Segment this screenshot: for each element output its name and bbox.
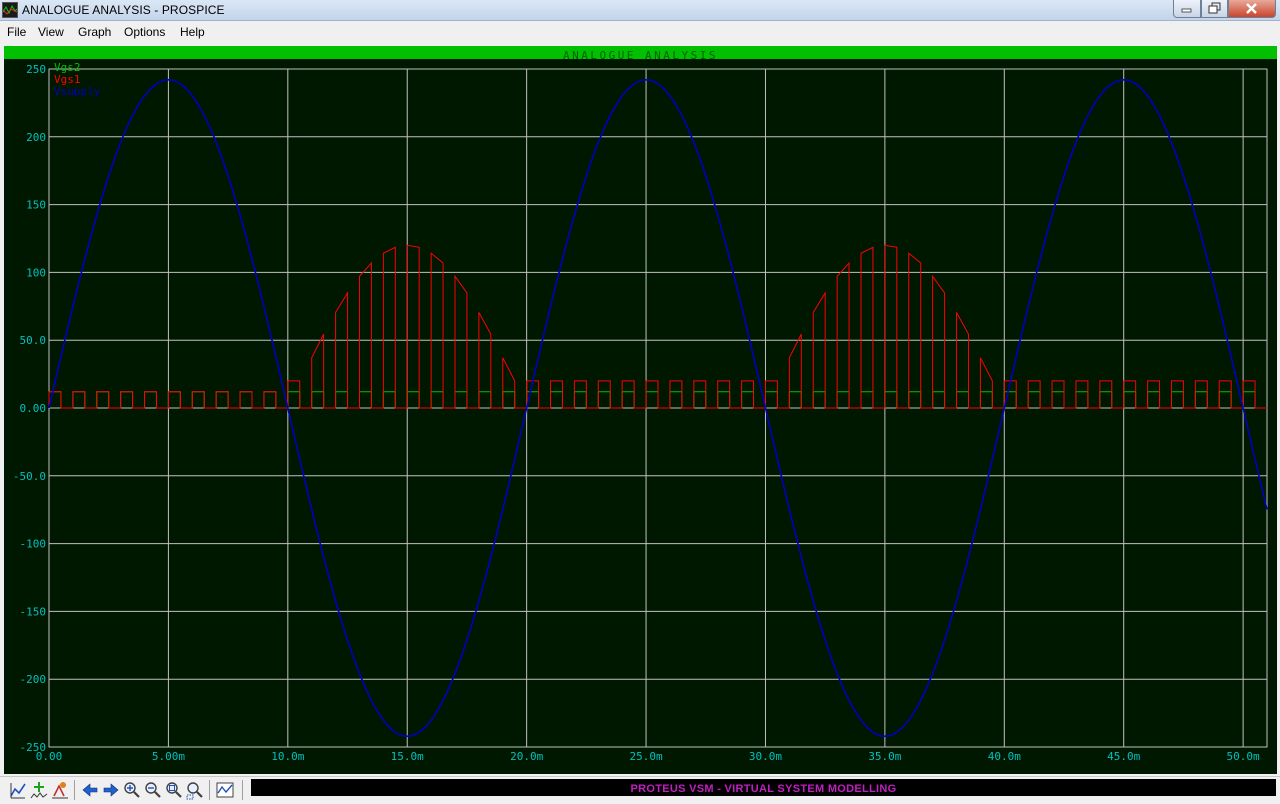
y-tick-label: -50.0 xyxy=(13,470,46,483)
y-tick-label: 250 xyxy=(26,63,46,76)
y-tick-label: 150 xyxy=(26,199,46,212)
arrow-right-icon[interactable] xyxy=(102,780,120,800)
graph-icon[interactable] xyxy=(216,780,234,800)
y-tick-label: -100 xyxy=(20,538,47,551)
x-tick-label: 0.00 xyxy=(36,750,63,763)
zoom-area-icon[interactable] xyxy=(186,780,204,800)
menu-view[interactable]: View xyxy=(38,25,64,39)
x-tick-label: 10.0m xyxy=(271,750,304,763)
legend-entry: Vsupply xyxy=(54,85,101,98)
y-tick-label: 0.00 xyxy=(20,402,47,415)
analogue-graph[interactable]: 25020015010050.00.00-50.0-100-150-200-25… xyxy=(4,59,1277,774)
status-message-box: PROTEUS VSM - VIRTUAL SYSTEM MODELLING xyxy=(251,779,1276,796)
y-tick-label: -200 xyxy=(20,673,47,686)
graph-window: ANALOGUE ANALYSIS 250 200 150 100 50.0 0.00 -5… xyxy=(4,46,1277,774)
add-trace-icon[interactable] xyxy=(30,780,48,800)
zoom-out-icon[interactable] xyxy=(144,780,162,800)
x-tick-label: 15.0m xyxy=(391,750,424,763)
x-tick-label: 30.0m xyxy=(749,750,782,763)
toolbar-separator xyxy=(209,780,210,800)
close-button[interactable] xyxy=(1228,0,1276,18)
x-tick-label: 25.0m xyxy=(629,750,662,763)
x-tick-label: 45.0m xyxy=(1107,750,1140,763)
menu-file[interactable]: File xyxy=(7,25,26,39)
y-tick-label: 50.0 xyxy=(20,334,47,347)
y-tick-label: 100 xyxy=(26,266,46,279)
simulate-run-icon[interactable] xyxy=(51,780,69,800)
minimize-icon xyxy=(1181,8,1192,13)
status-bar: PROTEUS VSM - VIRTUAL SYSTEM MODELLING xyxy=(0,776,1280,804)
toolbar-separator xyxy=(242,780,243,800)
window-title: ANALOGUE ANALYSIS - PROSPICE xyxy=(22,3,225,17)
status-message: PROTEUS VSM - VIRTUAL SYSTEM MODELLING xyxy=(630,783,897,795)
graph-edit-icon[interactable] xyxy=(9,780,27,800)
x-tick-label: 20.0m xyxy=(510,750,543,763)
menu-options[interactable]: Options xyxy=(124,25,165,39)
series-vgs1-line xyxy=(48,244,1267,409)
graph-header: ANALOGUE ANALYSIS xyxy=(4,46,1277,62)
y-tick-label: 200 xyxy=(26,131,46,144)
x-tick-label: 50.0m xyxy=(1227,750,1260,763)
zoom-all-icon[interactable] xyxy=(165,780,183,800)
arrow-left-icon[interactable] xyxy=(81,780,99,800)
toolbar-separator xyxy=(74,780,75,800)
restore-icon xyxy=(1208,2,1221,14)
x-tick-label: 40.0m xyxy=(988,750,1021,763)
menu-help[interactable]: Help xyxy=(180,25,205,39)
x-tick-label: 35.0m xyxy=(868,750,901,763)
plot-area[interactable]: 250 200 150 100 50.0 0.00 -50.0 -100 -150 -200 -25… xyxy=(4,59,1277,774)
zoom-in-icon[interactable] xyxy=(123,780,141,800)
menu-graph[interactable]: Graph xyxy=(78,25,111,39)
y-tick-label: -150 xyxy=(20,605,47,618)
close-icon xyxy=(1246,3,1257,14)
x-tick-label: 5.00m xyxy=(152,750,185,763)
menu-bar: File View Graph Options Help xyxy=(0,21,1280,42)
app-icon xyxy=(2,2,18,18)
maximize-button[interactable] xyxy=(1201,0,1228,18)
minimize-button[interactable] xyxy=(1173,0,1201,18)
title-bar[interactable]: ANALOGUE ANALYSIS - PROSPICE xyxy=(0,0,1280,21)
